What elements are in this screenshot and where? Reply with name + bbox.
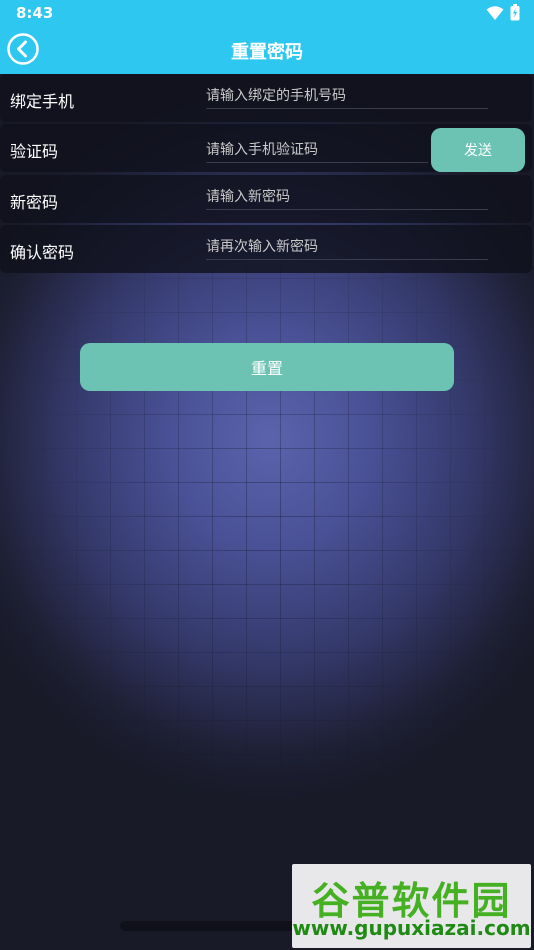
watermark-url: www.gupuxiazai.com [292, 916, 531, 940]
wifi-icon [486, 5, 504, 20]
confirm-password-input[interactable] [206, 235, 488, 260]
app-header: 8:43 重置密码 [0, 0, 534, 74]
phone-label: 绑定手机 [10, 92, 75, 111]
page-title: 重置密码 [231, 42, 303, 63]
reset-password-screen: 8:43 重置密码 绑定手机 验证码 发送 [0, 0, 534, 950]
status-icons [486, 4, 520, 21]
verification-code-label: 验证码 [10, 142, 59, 161]
reset-button[interactable]: 重置 [80, 343, 454, 391]
new-password-label: 新密码 [10, 193, 59, 212]
phone-input[interactable] [206, 84, 488, 109]
watermark: 谷普软件园 www.gupuxiazai.com [292, 864, 531, 948]
battery-icon [510, 4, 520, 21]
new-password-input[interactable] [206, 185, 488, 210]
confirm-password-row: 确认密码 [0, 225, 532, 273]
status-time: 8:43 [16, 4, 54, 22]
new-password-row: 新密码 [0, 175, 532, 223]
verification-code-input[interactable] [206, 138, 428, 163]
confirm-password-label: 确认密码 [10, 243, 75, 262]
verification-code-row: 验证码 发送 [0, 124, 532, 172]
send-code-button[interactable]: 发送 [431, 128, 525, 172]
phone-row: 绑定手机 [0, 74, 532, 122]
